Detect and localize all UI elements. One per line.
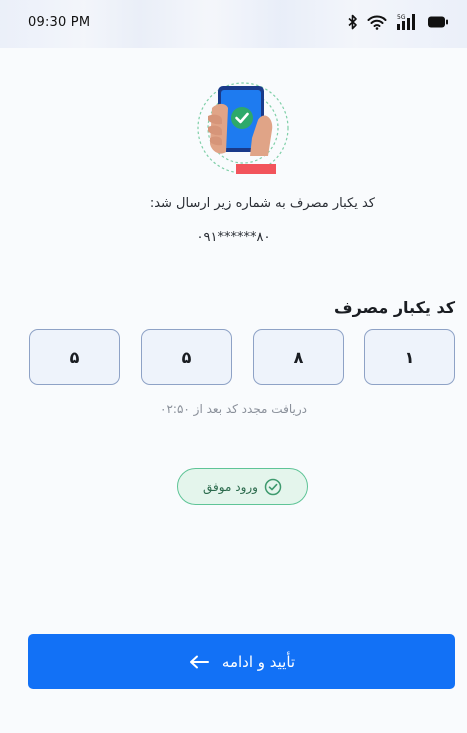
arrow-left-icon <box>189 655 209 668</box>
otp-digit-input-4[interactable]: ۵ <box>29 329 120 385</box>
cellular-signal-icon: 5G <box>397 14 415 30</box>
otp-sent-message: کد یکبار مصرف به شماره زیر ارسال شد: <box>149 196 375 211</box>
success-label: ورود موفق <box>203 479 258 494</box>
status-bar: 09:30 PM 5G <box>0 0 467 44</box>
otp-digit-input-3[interactable]: ۵ <box>141 329 232 385</box>
battery-icon <box>428 16 448 28</box>
otp-digit-input-2[interactable]: ۸ <box>253 329 344 385</box>
network-type-label: 5G <box>397 14 406 21</box>
otp-title: کد یکبار مصرف <box>334 298 455 317</box>
masked-phone-number: ۰۹۱******۸۰ <box>196 230 271 245</box>
status-icons: 5G <box>348 13 449 31</box>
bluetooth-icon <box>348 14 357 30</box>
status-time: 09:30 PM <box>28 14 91 30</box>
wifi-icon <box>367 15 387 30</box>
otp-digit-input-1[interactable]: ۱ <box>364 329 455 385</box>
confirm-continue-button[interactable]: تأیید و ادامه <box>28 634 455 689</box>
confirm-button-label: تأیید و ادامه <box>221 652 296 671</box>
resend-countdown: دریافت مجدد کد بعد از ۰۲:۵۰ <box>160 402 307 416</box>
phone-check-illustration <box>197 82 289 174</box>
login-success-badge: ورود موفق <box>177 468 308 505</box>
check-circle-icon <box>264 478 282 495</box>
